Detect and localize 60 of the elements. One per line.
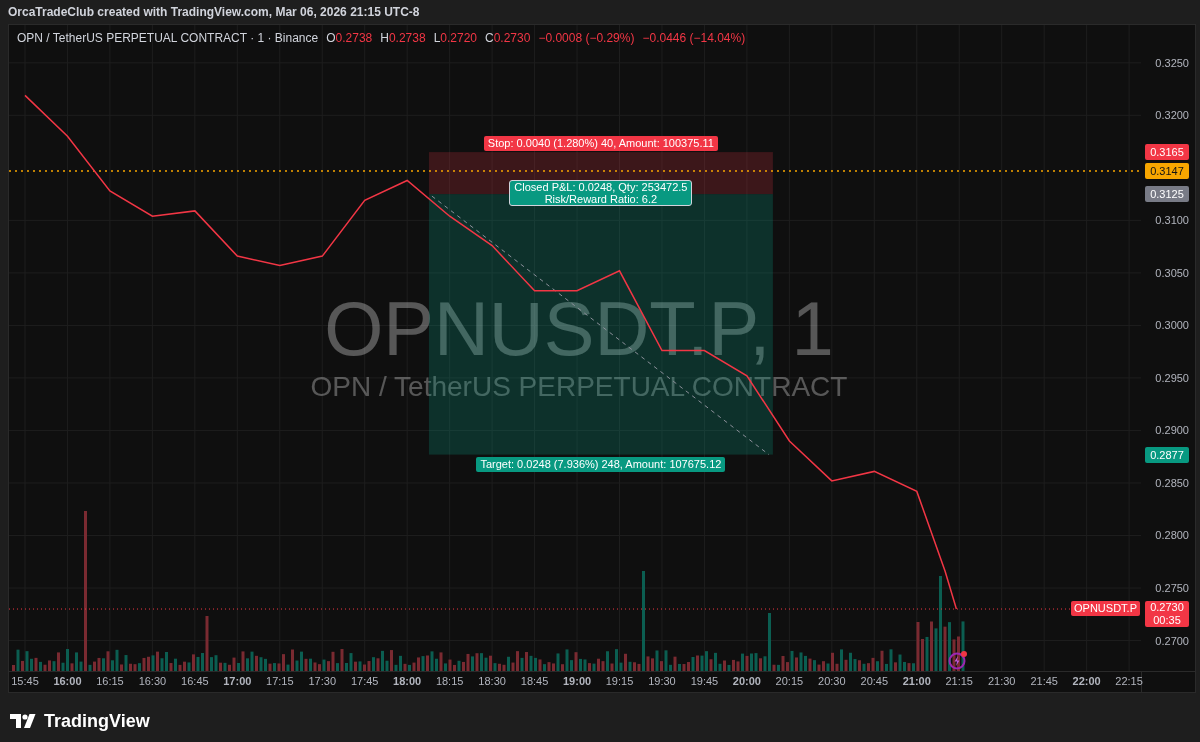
time-tick-label: 20:15 [775,675,804,688]
time-tick-label: 16:00 [53,675,82,688]
price-tick-label: 0.3050 [1155,266,1189,280]
price-badge: 0.3165 [1145,144,1189,161]
time-tick-label: 18:00 [393,675,422,688]
time-tick-label: 21:30 [987,675,1016,688]
time-tick-label: 19:00 [563,675,592,688]
ohlc-value: H0.2738 [380,30,426,47]
time-tick-label: 19:15 [605,675,634,688]
pnl-text: Closed P&L: 0.0248, Qty: 253472.5 [514,181,688,194]
price-badge: 0.3147 [1145,163,1189,179]
price-tick-label: 0.3250 [1155,56,1189,70]
brand-name: TradingView [44,711,150,731]
price-badge: 0.3125 [1145,186,1189,203]
time-tick-label: 18:45 [520,675,549,688]
time-tick-label: 16:30 [138,675,167,688]
price-tick-label: 0.2800 [1155,529,1189,543]
price-change: −0.0008 (−0.29%) [538,30,635,47]
time-tick-label: 21:45 [1030,675,1058,688]
price-tick-label: 0.2950 [1155,371,1189,385]
symbol-badge: OPNUSDT.P [1071,601,1140,616]
price-badge: 0.2877 [1145,446,1189,463]
countdown: 00:35 [1153,614,1181,627]
time-tick-label: 20:30 [818,675,846,688]
time-tick-label: 17:00 [223,675,252,688]
symbol-title: OPN / TetherUS PERPETUAL CONTRACT · 1 · Binance [17,30,319,47]
target-label: Target: 0.0248 (7.936%) 248, Amount: 107675.12 [476,456,726,472]
price-tick-label: 0.3100 [1155,214,1189,228]
ohlc-value: C0.2730 [485,30,531,47]
time-tick-label: 22:15 [1115,675,1143,688]
time-tick-label: 17:45 [350,675,379,688]
time-tick-label: 18:30 [478,675,506,688]
time-tick-label: 21:15 [945,675,973,688]
time-tick-label: 21:00 [902,675,931,688]
price-change: −0.0446 (−14.04%) [642,30,746,47]
price-tick-label: 0.2750 [1155,582,1189,595]
price-tick-label: 0.3200 [1155,109,1189,123]
time-tick-label: 15:45 [11,675,39,688]
time-tick-label: 19:30 [648,675,676,688]
price-tick-label: 0.3000 [1155,319,1189,333]
time-tick-label: 18:15 [435,675,464,688]
last-price: 0.2730 [1150,601,1184,614]
time-tick-label: 20:00 [732,675,761,688]
time-tick-label: 17:30 [308,675,336,688]
time-tick-label: 19:45 [690,675,719,688]
time-tick-label: 17:15 [266,675,294,688]
time-tick-label: 16:15 [96,675,124,688]
ohlc-value: L0.2720 [433,30,477,47]
lightning-icon[interactable] [948,650,968,670]
price-tick-label: 0.2700 [1155,634,1189,648]
time-tick-label: 16:45 [181,675,209,688]
stop-label: Stop: 0.0040 (1.280%) 40, Amount: 100375.11 [483,136,718,152]
time-tick-label: 20:45 [860,675,889,688]
header-caption: OrcaTradeClub created with TradingView.com, Mar 06, 2026 21:15 UTC-8 [8,4,420,21]
ohlc-value: O0.2738 [326,30,373,47]
price-tick-label: 0.2850 [1155,476,1189,490]
tradingview-logo-icon [10,714,38,728]
time-tick-label: 22:00 [1072,675,1101,688]
ratio-text: Risk/Reward Ratio: 6.2 [544,193,658,206]
price-tick-label: 0.2900 [1155,424,1189,438]
